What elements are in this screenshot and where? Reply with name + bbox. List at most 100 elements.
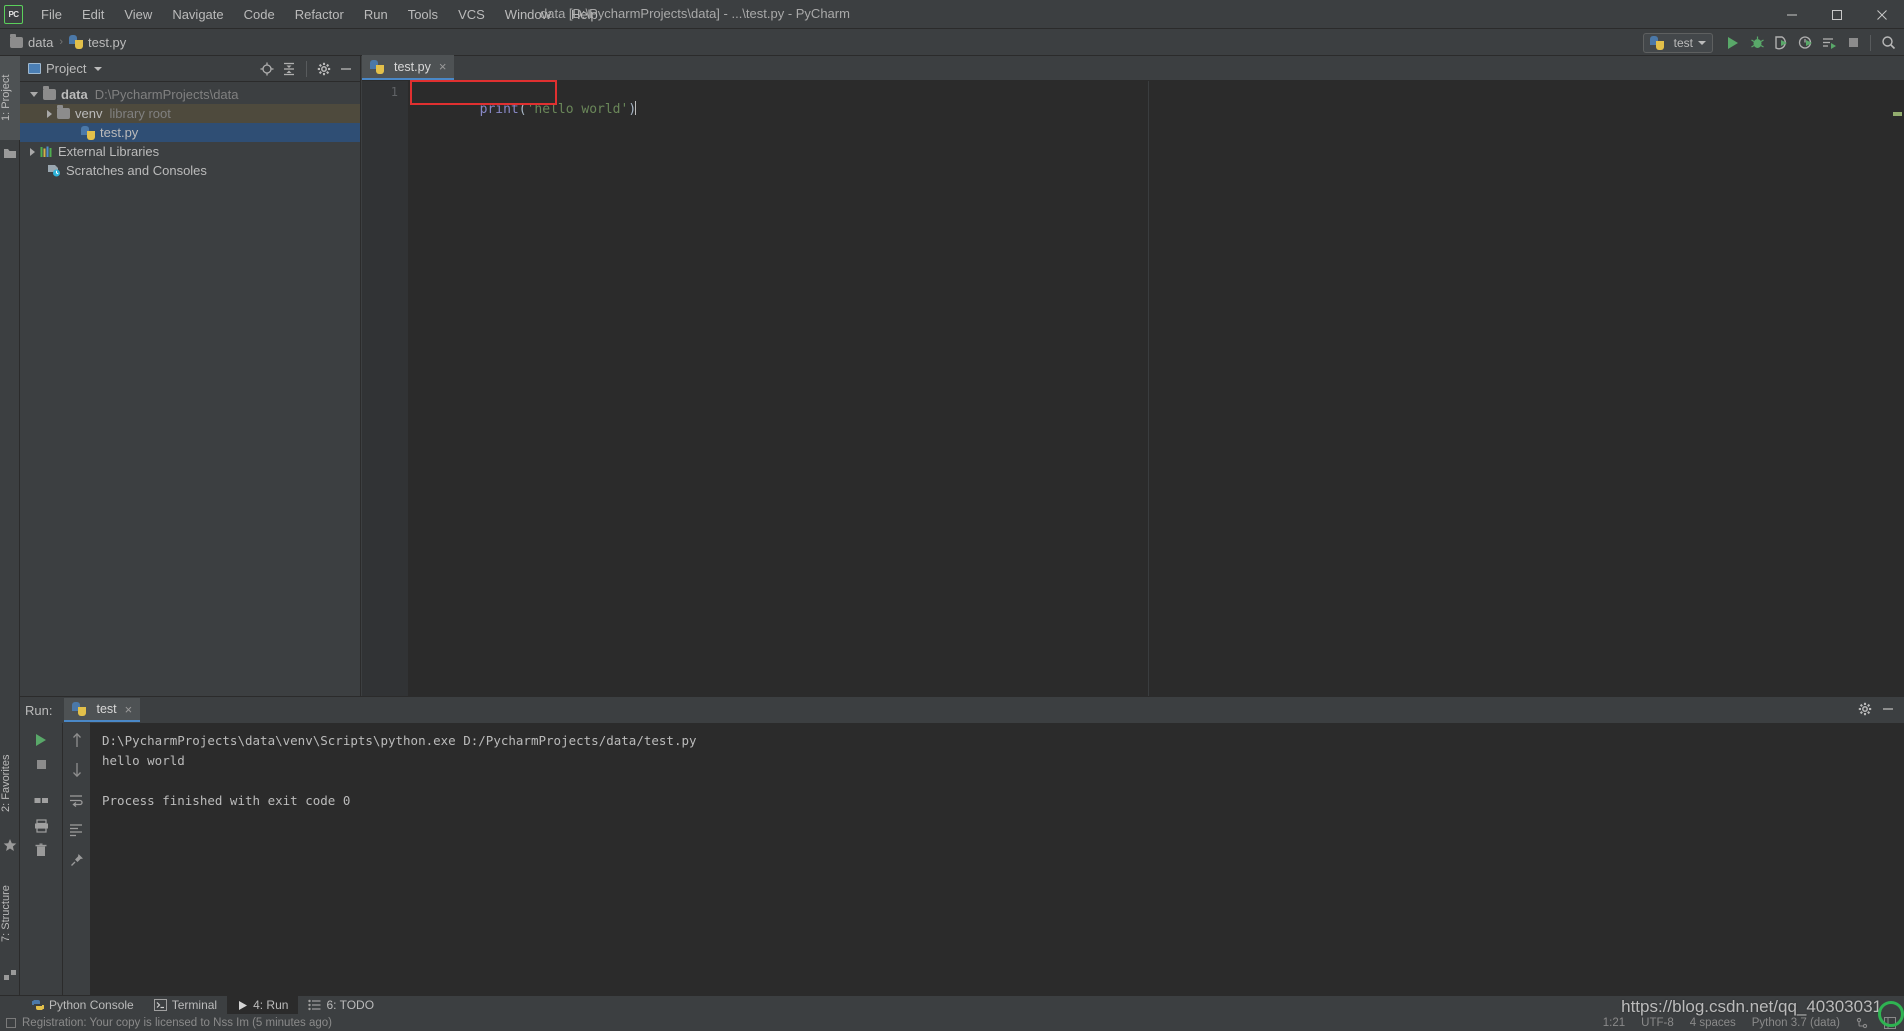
chevron-down-icon[interactable] — [94, 66, 103, 71]
run-configuration-selector[interactable]: test — [1642, 32, 1713, 53]
python-config-icon — [1649, 35, 1664, 50]
bottom-tab-python-console[interactable]: Python Console — [22, 996, 144, 1015]
stop-icon[interactable] — [30, 753, 52, 775]
file-encoding[interactable]: UTF-8 — [1641, 1017, 1674, 1029]
hide-panel-icon[interactable] — [336, 59, 356, 79]
hide-panel-icon[interactable] — [1878, 699, 1898, 719]
code-line-1[interactable]: print('hello world') — [408, 80, 1904, 152]
editor-gutter: 1 — [362, 81, 408, 696]
breadcrumb-file[interactable]: test.py — [88, 35, 126, 50]
code-text-area[interactable]: print('hello world') — [408, 80, 1904, 696]
sidebar-item-structure[interactable]: 7: Structure — [0, 866, 20, 961]
breadcrumb-root[interactable]: data — [28, 35, 53, 50]
window-controls — [1769, 0, 1904, 29]
menu-code[interactable]: Code — [234, 3, 285, 26]
menu-refactor[interactable]: Refactor — [285, 3, 354, 26]
menu-tools[interactable]: Tools — [398, 3, 448, 26]
project-panel-title: Project — [46, 61, 87, 76]
navigation-bar: data › test.py test — [0, 29, 1904, 56]
close-tab-icon[interactable]: × — [439, 59, 447, 74]
python-interpreter[interactable]: Python 3.7 (data) — [1752, 1017, 1840, 1029]
python-file-icon — [68, 35, 83, 49]
left-tool-strip: 1: Project 2: Favorites 7: Structure — [0, 56, 20, 995]
tree-node-label: data — [61, 87, 88, 102]
status-bar: Registration: Your copy is licensed to N… — [0, 1014, 1904, 1031]
run-icon — [237, 1000, 248, 1011]
pin-icon[interactable] — [66, 849, 88, 871]
title-bar: PC File Edit View Navigate Code Refactor… — [0, 0, 1904, 29]
minimize-icon[interactable] — [1769, 0, 1814, 29]
folder-icon — [43, 86, 56, 100]
sidebar-item-project[interactable]: 1: Project — [0, 56, 20, 140]
star-icon — [3, 838, 17, 852]
run-with-console-button[interactable] — [1817, 31, 1841, 55]
right-margin-guide — [1148, 81, 1149, 696]
menu-view[interactable]: View — [114, 3, 162, 26]
project-panel-header: Project — [20, 56, 360, 82]
line-number: 1 — [390, 85, 398, 99]
debug-button[interactable] — [1745, 31, 1769, 55]
menu-navigate[interactable]: Navigate — [162, 3, 233, 26]
menu-run[interactable]: Run — [354, 3, 398, 26]
stop-button[interactable] — [1841, 31, 1865, 55]
tree-node-external-libraries[interactable]: External Libraries — [20, 142, 360, 161]
tree-node-data[interactable]: data D:\PycharmProjects\data — [20, 85, 360, 104]
scratches-icon — [47, 164, 61, 177]
bottom-tab-run[interactable]: 4: Run — [227, 995, 299, 1015]
maximize-icon[interactable] — [1814, 0, 1859, 29]
soft-wrap-icon[interactable] — [66, 789, 88, 811]
caret-position[interactable]: 1:21 — [1603, 1017, 1625, 1029]
close-run-tab-icon[interactable]: × — [125, 702, 133, 717]
chevron-down-icon[interactable] — [30, 92, 38, 97]
gear-icon[interactable] — [1855, 699, 1875, 719]
search-icon[interactable] — [1876, 31, 1900, 55]
chevron-right-icon[interactable] — [47, 109, 52, 118]
window-title: data [D:\PycharmProjects\data] - ...\tes… — [540, 6, 850, 21]
console-line: hello world — [102, 753, 185, 768]
locate-icon[interactable] — [257, 59, 277, 79]
bottom-tab-todo[interactable]: 6: TODO — [298, 996, 384, 1015]
run-button[interactable] — [1721, 31, 1745, 55]
python-file-icon — [370, 59, 384, 74]
tree-node-test-py[interactable]: test.py — [20, 123, 360, 142]
indent-setting[interactable]: 4 spaces — [1690, 1017, 1736, 1029]
sidebar-item-favorites[interactable]: 2: Favorites — [0, 736, 20, 831]
run-tab-strip: Run: test × — [20, 697, 1904, 723]
tree-node-path: D:\PycharmProjects\data — [94, 87, 239, 102]
run-coverage-button[interactable] — [1769, 31, 1793, 55]
chevron-right-icon[interactable] — [30, 147, 35, 156]
scroll-to-end-icon[interactable] — [66, 819, 88, 841]
tree-node-label: venv — [75, 106, 103, 121]
layout-icon[interactable] — [30, 791, 52, 813]
tree-node-scratches[interactable]: Scratches and Consoles — [20, 161, 360, 180]
code-analysis-marker — [1893, 112, 1902, 116]
rerun-icon[interactable] — [30, 729, 52, 751]
editor-tab-test-py[interactable]: test.py × — [362, 55, 455, 80]
up-arrow-icon[interactable] — [66, 729, 88, 751]
down-arrow-icon[interactable] — [66, 759, 88, 781]
menu-edit[interactable]: Edit — [72, 3, 114, 26]
profile-button[interactable] — [1793, 31, 1817, 55]
toolbar-divider — [1870, 34, 1871, 51]
trash-icon[interactable] — [30, 839, 52, 861]
tree-node-venv[interactable]: venv library root — [20, 104, 360, 123]
menu-vcs[interactable]: VCS — [448, 3, 495, 26]
panel-divider — [306, 60, 307, 77]
status-checkbox[interactable] — [6, 1017, 16, 1028]
gear-icon[interactable] — [314, 59, 334, 79]
watermark-badge-icon — [1878, 1001, 1904, 1027]
tree-node-label: test.py — [100, 125, 139, 140]
breadcrumb-separator: › — [59, 36, 63, 48]
print-icon[interactable] — [30, 815, 52, 837]
tree-node-label: Scratches and Consoles — [66, 163, 207, 178]
console-output[interactable]: D:\PycharmProjects\data\venv\Scripts\pyt… — [90, 723, 1904, 995]
close-icon[interactable] — [1859, 0, 1904, 29]
menu-file[interactable]: File — [31, 3, 72, 26]
run-tab-test[interactable]: test × — [64, 698, 141, 722]
editor-scrollbar[interactable] — [1890, 106, 1904, 696]
code-token-string: 'hello world' — [526, 102, 629, 117]
bottom-tab-terminal[interactable]: Terminal — [144, 996, 227, 1015]
branch-icon[interactable] — [1856, 1017, 1868, 1029]
collapse-all-icon[interactable] — [279, 59, 299, 79]
